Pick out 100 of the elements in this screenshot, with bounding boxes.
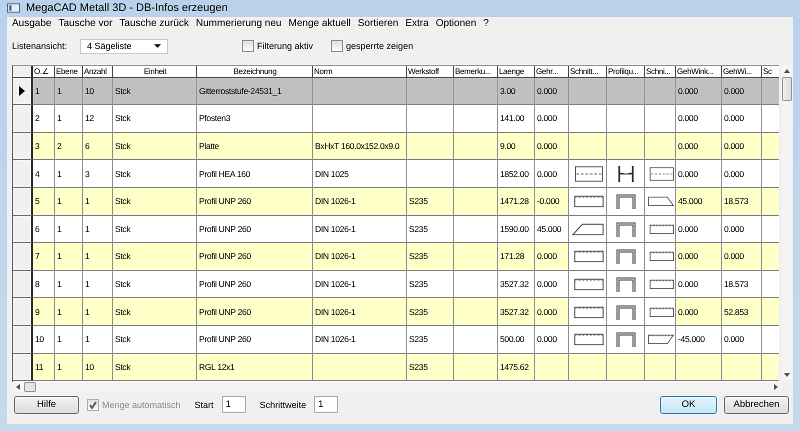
menu-item[interactable]: Tausche zurück <box>116 18 193 29</box>
table-cell: 0.000 <box>676 160 722 188</box>
column-header[interactable]: Gehr... <box>535 66 569 78</box>
column-header[interactable]: Bezeichnung <box>197 66 313 78</box>
table-cell <box>607 78 645 106</box>
table-cell: Stck <box>113 216 197 244</box>
table-cell: 10 <box>83 354 113 382</box>
column-header[interactable]: GehWink... <box>676 66 722 78</box>
menu-item[interactable]: Tausche vor <box>55 18 116 29</box>
column-header[interactable]: Ebene <box>55 66 83 78</box>
column-header[interactable]: Norm <box>313 66 407 78</box>
column-header[interactable]: Profilqu... <box>607 66 645 78</box>
help-button[interactable]: Hilfe <box>14 396 79 414</box>
row-header[interactable] <box>13 105 33 133</box>
column-header[interactable]: Werkstoff <box>407 66 454 78</box>
row-header[interactable] <box>13 78 33 106</box>
scroll-right-icon[interactable] <box>774 384 778 390</box>
menu-item[interactable]: Menge aktuell <box>286 18 355 29</box>
table-cell: 0.000 <box>535 298 569 326</box>
vertical-scrollbar[interactable] <box>782 64 792 381</box>
table-cell: 1 <box>33 78 55 106</box>
table-cell: 5 <box>33 188 55 216</box>
row-header[interactable] <box>13 132 33 160</box>
row-header[interactable] <box>13 160 33 188</box>
row-header[interactable] <box>13 354 33 382</box>
scroll-left-icon[interactable] <box>16 384 20 390</box>
column-header[interactable]: Anzahl <box>83 66 113 78</box>
table-cell <box>569 78 607 106</box>
row-header[interactable] <box>13 270 33 298</box>
table-cell: 1 <box>55 354 83 382</box>
table-cell: 0.000 <box>676 298 722 326</box>
row-header[interactable] <box>13 243 33 271</box>
table-cell: S235 <box>407 326 454 354</box>
menu-item[interactable]: Optionen <box>432 18 480 29</box>
table-cell: 1471.28 <box>498 188 535 216</box>
checkbox[interactable] <box>331 40 344 52</box>
table-cell: 0.000 <box>722 105 762 133</box>
table-cell <box>762 216 779 244</box>
column-header[interactable]: Sc <box>762 66 779 78</box>
list-view-dropdown[interactable]: 4 Sägeliste <box>80 38 168 54</box>
table-cell: Stck <box>113 243 197 271</box>
table-cell <box>454 188 498 216</box>
table-cell: DIN 1026-1 <box>313 298 407 326</box>
column-header[interactable]: Bemerku... <box>454 66 498 78</box>
table-cell: Platte <box>197 132 313 160</box>
table-cell: 0.000 <box>676 216 722 244</box>
table-cell: 3 <box>33 132 55 160</box>
column-header[interactable]: Schni... <box>645 66 676 78</box>
table-cell: 6 <box>33 216 55 244</box>
checkbox-label: gesperrte zeigen <box>346 41 414 52</box>
step-field[interactable]: 1 <box>314 396 338 414</box>
table-cell: 0.000 <box>722 132 762 160</box>
header-corner <box>13 66 33 78</box>
checkbox[interactable] <box>242 40 254 52</box>
menu-item[interactable]: Extra <box>402 18 433 29</box>
start-field[interactable]: 1 <box>222 396 246 414</box>
table-cell <box>407 78 454 106</box>
table-cell: S235 <box>407 216 454 244</box>
table-cell: 10 <box>33 326 55 354</box>
table-cell: 0.000 <box>722 78 762 106</box>
dropdown-caret-icon <box>154 44 161 48</box>
table-cell: 0.000 <box>676 243 722 271</box>
row-header[interactable] <box>13 188 33 216</box>
table-cell: S235 <box>407 298 454 326</box>
scroll-thumb[interactable] <box>24 382 36 392</box>
table-cell: 9 <box>33 298 55 326</box>
table-cell: 4 <box>33 160 55 188</box>
table-cell: 1 <box>55 326 83 354</box>
row-header[interactable] <box>13 298 33 326</box>
column-header[interactable]: GehWi... <box>722 66 762 78</box>
scroll-up-icon[interactable] <box>784 68 790 73</box>
table-cell: 0.000 <box>722 216 762 244</box>
column-header[interactable]: O.∠ <box>33 66 55 78</box>
row-header[interactable] <box>13 326 33 354</box>
column-header[interactable]: Schnitt... <box>569 66 607 78</box>
table-cell: 0.000 <box>535 243 569 271</box>
menu-item[interactable]: Sortieren <box>354 18 402 29</box>
table-cell: Stck <box>113 354 197 382</box>
table-cell: Stck <box>113 160 197 188</box>
table-cell <box>454 160 498 188</box>
scroll-down-icon[interactable] <box>784 372 790 377</box>
menu-item[interactable]: ? <box>480 18 493 29</box>
table-cell: -0.000 <box>535 188 569 216</box>
table-cell: Profil UNP 260 <box>197 326 313 354</box>
table-cell: 1 <box>55 188 83 216</box>
table-cell: 45.000 <box>535 216 569 244</box>
table-cell: 1 <box>55 105 83 133</box>
menu-item[interactable]: Nummerierung neu <box>192 18 286 29</box>
column-header[interactable]: Laenge <box>498 66 535 78</box>
table-cell: Profil UNP 260 <box>197 188 313 216</box>
table-cell: 2 <box>33 105 55 133</box>
horizontal-scrollbar[interactable] <box>12 382 782 392</box>
ok-button[interactable]: OK <box>660 396 717 414</box>
table-cell <box>762 188 779 216</box>
cancel-button[interactable]: Abbrechen <box>724 396 789 414</box>
scroll-thumb[interactable] <box>782 76 792 101</box>
menu-item[interactable]: Ausgabe <box>9 18 56 29</box>
column-header[interactable]: Einheit <box>113 66 197 78</box>
row-header[interactable] <box>13 216 33 244</box>
table-cell: DIN 1025 <box>313 160 407 188</box>
